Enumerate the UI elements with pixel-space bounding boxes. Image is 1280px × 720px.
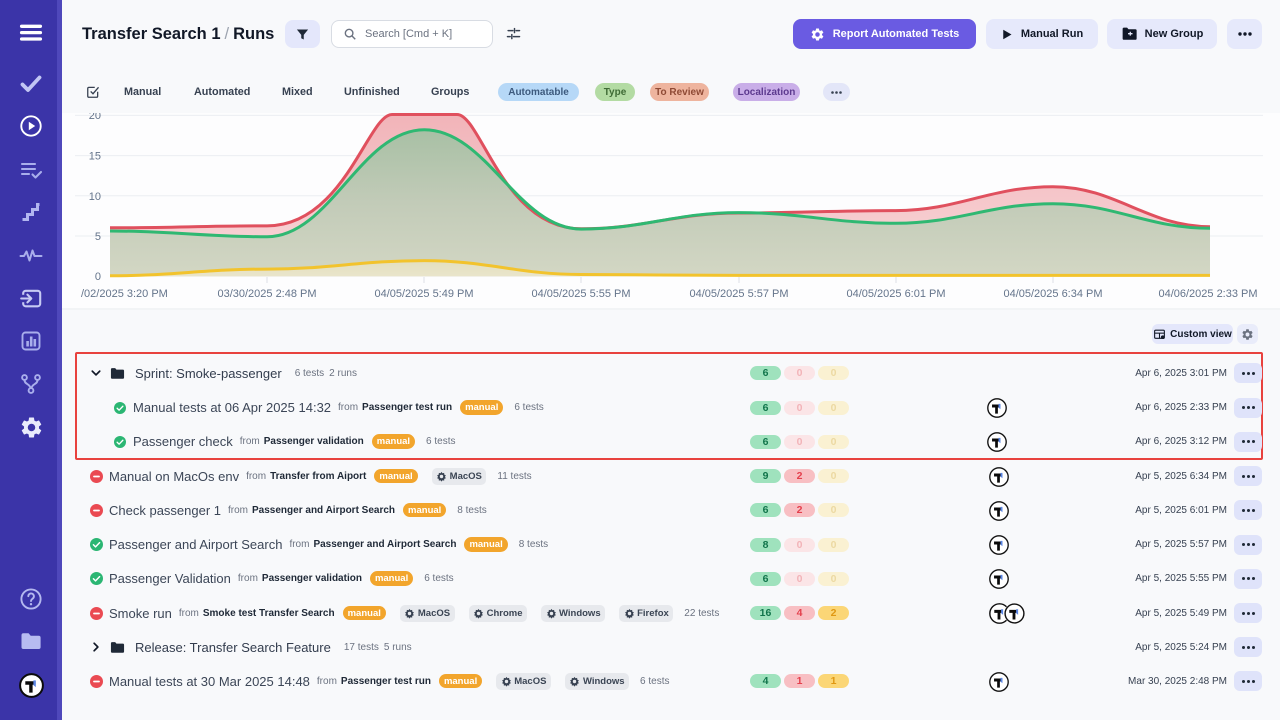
- svg-text:/02/2025 3:20 PM: /02/2025 3:20 PM: [81, 288, 168, 300]
- svg-text:10: 10: [89, 191, 101, 203]
- svg-text:0: 0: [95, 271, 101, 283]
- svg-text:15: 15: [89, 151, 101, 163]
- svg-text:03/30/2025 2:48 PM: 03/30/2025 2:48 PM: [217, 288, 316, 300]
- svg-text:04/05/2025 5:49 PM: 04/05/2025 5:49 PM: [374, 288, 473, 300]
- svg-text:04/05/2025 6:34 PM: 04/05/2025 6:34 PM: [1003, 288, 1102, 300]
- svg-text:04/05/2025 5:57 PM: 04/05/2025 5:57 PM: [689, 288, 788, 300]
- svg-text:04/05/2025 6:01 PM: 04/05/2025 6:01 PM: [846, 288, 945, 300]
- svg-text:04/06/2025 2:33 PM: 04/06/2025 2:33 PM: [1158, 288, 1257, 300]
- svg-text:04/05/2025 5:55 PM: 04/05/2025 5:55 PM: [531, 288, 630, 300]
- svg-text:5: 5: [95, 231, 101, 243]
